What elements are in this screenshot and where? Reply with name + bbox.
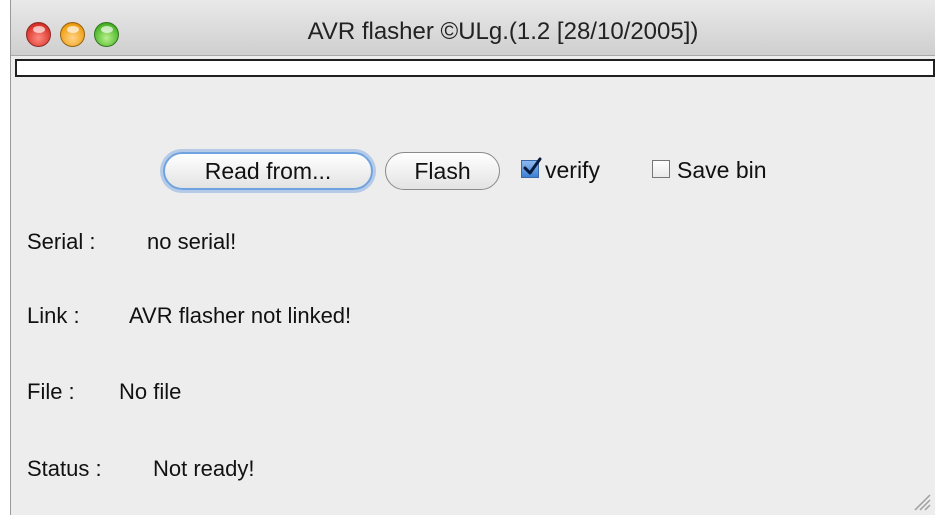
file-value: No file [119,379,182,404]
link-value: AVR flasher not linked! [129,303,352,328]
window-title: AVR flasher ©ULg.(1.2 [28/10/2005]) [307,18,699,45]
verify-label[interactable]: verify [545,157,600,184]
serial-value: no serial! [147,229,237,254]
app-window: AVR flasher ©ULg.(1.2 [28/10/2005]) Read… [10,0,935,515]
resize-grip-icon[interactable] [909,489,931,511]
status-label: Status : [27,456,102,481]
save-bin-checkbox[interactable] [652,160,670,178]
save-bin-label[interactable]: Save bin [677,157,767,184]
title-bar[interactable]: AVR flasher ©ULg.(1.2 [28/10/2005]) [11,0,935,56]
flash-button[interactable]: Flash [385,152,500,190]
progress-bar [15,59,935,77]
file-label: File : [27,379,75,404]
serial-label: Serial : [27,229,96,254]
checkmark-icon [523,157,542,175]
verify-checkbox[interactable] [521,157,542,178]
read-from-button[interactable]: Read from... [163,152,373,190]
link-label: Link : [27,303,80,328]
status-value: Not ready! [153,456,255,481]
